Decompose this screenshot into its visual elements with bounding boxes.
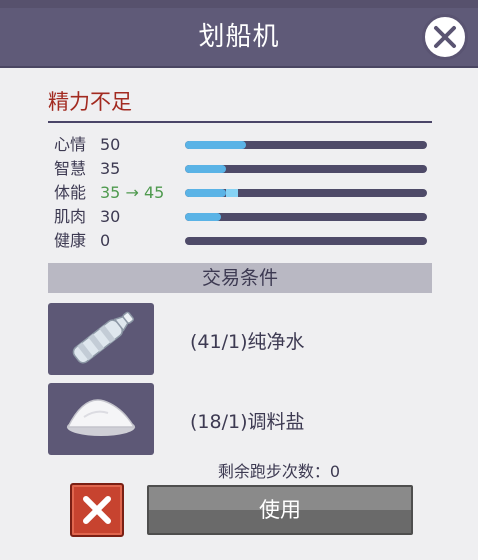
close-button[interactable] xyxy=(422,14,468,60)
stat-bar xyxy=(185,165,427,173)
stat-bar-fill xyxy=(185,213,222,221)
salt-pile-icon xyxy=(66,399,136,436)
remaining-runs: 剩余跑步次数：0 xyxy=(217,462,341,481)
close-icon xyxy=(434,26,456,48)
use-button[interactable]: 使用 xyxy=(147,485,413,535)
water-bottle-icon xyxy=(72,311,134,364)
stat-value: 50 xyxy=(100,135,121,154)
stat-bar-fill xyxy=(185,141,246,149)
dialog-header: 划船机 xyxy=(0,8,478,68)
stat-row-health: 健康 0 xyxy=(54,229,434,253)
trade-conditions-header: 交易条件 xyxy=(48,263,432,293)
close-icon xyxy=(83,496,111,524)
item-label: (41/1)纯净水 xyxy=(190,331,305,353)
stat-bar xyxy=(185,237,427,245)
item-label: (18/1)调料盐 xyxy=(190,411,305,433)
stat-name: 肌肉 xyxy=(54,207,87,226)
stat-row-muscle: 肌肉 30 xyxy=(54,205,434,229)
stat-name: 体能 xyxy=(54,183,87,202)
stat-bar xyxy=(185,141,427,149)
stat-name: 心情 xyxy=(54,135,87,154)
stat-row-stamina: 体能 35 → 45 xyxy=(54,181,434,205)
stat-name: 健康 xyxy=(54,231,87,250)
stat-value: 30 xyxy=(100,207,121,226)
stat-row-mood: 心情 50 xyxy=(54,133,434,157)
cancel-button[interactable] xyxy=(70,483,124,537)
item-card-water[interactable] xyxy=(48,303,154,375)
item-card-salt[interactable] xyxy=(48,383,154,455)
stat-value: 35 → 45 xyxy=(100,183,165,202)
stat-bar xyxy=(185,213,427,221)
stat-bar-fill xyxy=(185,189,227,197)
stat-bar xyxy=(185,189,427,197)
stat-bar-gain xyxy=(226,189,239,197)
stat-value: 35 xyxy=(100,159,121,178)
energy-warning: 精力不足 xyxy=(48,90,132,114)
stat-row-wisdom: 智慧 35 xyxy=(54,157,434,181)
stat-value: 0 xyxy=(100,231,111,250)
stat-bar-fill xyxy=(185,165,227,173)
stat-name: 智慧 xyxy=(54,159,87,178)
divider xyxy=(48,121,432,123)
dialog-title: 划船机 xyxy=(198,22,280,52)
